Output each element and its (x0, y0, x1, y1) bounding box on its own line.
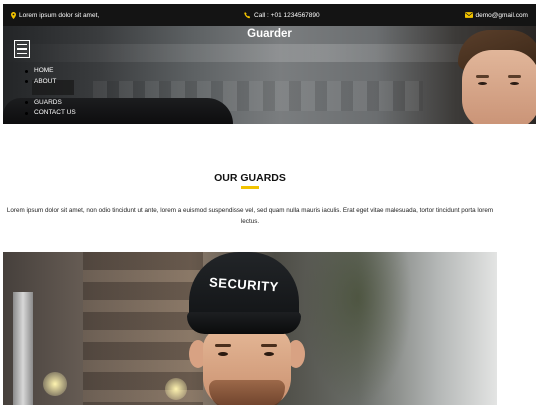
guard-background-light (43, 372, 67, 396)
email-item[interactable]: demo@gmail.com (464, 12, 528, 19)
man-eye-left (478, 82, 487, 85)
guard-brow-left (215, 344, 231, 347)
bullet-dot (25, 111, 28, 115)
phone-item[interactable]: Call : +01 1234567890 (244, 12, 320, 19)
envelope-icon (464, 12, 473, 18)
nav-item-home[interactable]: HOME (25, 66, 76, 77)
nav-label-guards[interactable]: GUARDS (34, 98, 62, 109)
hero-man-portrait (446, 26, 536, 124)
nav-spacer (25, 87, 76, 98)
guard-background-tree (303, 252, 413, 405)
hero-banner: Guarder HOME ABOUT GUARDS CONTACT US (3, 26, 536, 124)
map-pin-icon (11, 11, 16, 19)
site-logo[interactable]: Guarder (3, 26, 536, 40)
guard-eye-right (264, 352, 274, 356)
phone-icon (244, 11, 251, 18)
nav-label-home[interactable]: HOME (34, 66, 54, 77)
man-brow-left (476, 75, 489, 78)
phone-text[interactable]: Call : +01 1234567890 (254, 12, 320, 19)
guard-photo: SECURITY (3, 252, 497, 405)
bullet-dot (25, 69, 28, 73)
address-item: Lorem ipsum dolor sit amet, (11, 11, 100, 19)
nav-item-guards[interactable]: GUARDS (25, 98, 76, 109)
main-navigation: HOME ABOUT GUARDS CONTACT US (25, 66, 76, 119)
man-eye-right (510, 82, 519, 85)
section-description: Lorem ipsum dolor sit amet, non odio tin… (6, 207, 494, 225)
section-title: OUR GUARDS (214, 172, 286, 184)
man-face (462, 50, 536, 124)
nav-item-contact[interactable]: CONTACT US (25, 108, 76, 119)
man-brow-right (508, 75, 521, 78)
nav-label-contact[interactable]: CONTACT US (34, 108, 76, 119)
guard-background-light (165, 378, 187, 400)
guard-cap-brim (187, 312, 301, 334)
guard-brow-right (261, 344, 277, 347)
address-text: Lorem ipsum dolor sit amet, (19, 11, 100, 19)
guard-beard (209, 380, 285, 405)
bullet-dot (25, 101, 28, 105)
guard-eye-left (218, 352, 228, 356)
title-underline (241, 186, 259, 189)
nav-label-about[interactable]: ABOUT (34, 77, 56, 88)
bullet-dot (25, 80, 28, 84)
email-text[interactable]: demo@gmail.com (476, 12, 528, 19)
guard-background-pole (13, 292, 33, 405)
hamburger-icon[interactable] (14, 40, 30, 58)
nav-item-about[interactable]: ABOUT (25, 77, 76, 88)
top-contact-bar: Lorem ipsum dolor sit amet, Call : +01 1… (3, 4, 536, 26)
